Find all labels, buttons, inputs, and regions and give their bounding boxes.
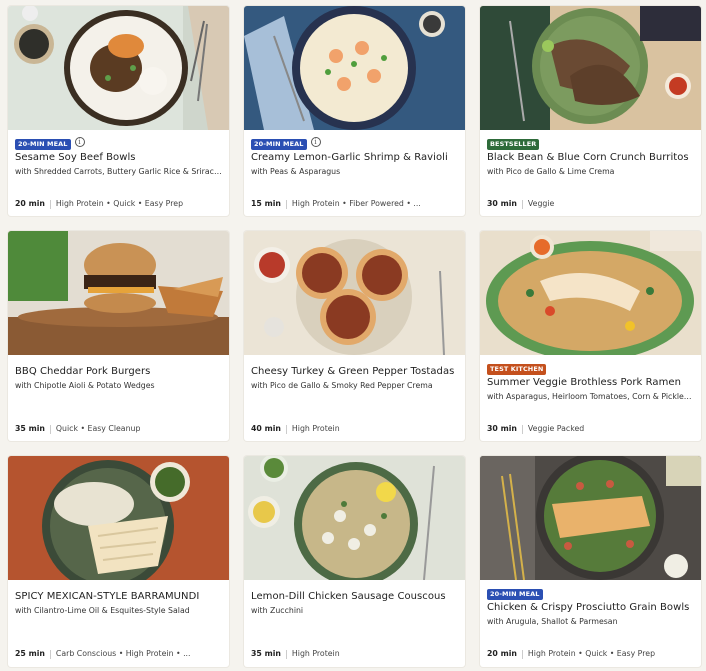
info-icon[interactable]: i	[74, 136, 85, 147]
recipe-time: 30 min	[487, 424, 517, 433]
recipe-badge: 20-MIN MEAL	[487, 589, 543, 600]
recipe-meta: 20 min High Protein • Quick • Easy Prep	[15, 199, 222, 209]
recipe-title[interactable]: Black Bean & Blue Corn Crunch Burritos	[487, 151, 694, 164]
recipe-subtitle: with Arugula, Shallot & Parmesan	[487, 617, 618, 626]
recipe-image[interactable]	[8, 231, 229, 355]
recipe-grid: 20-MIN MEAL i Sesame Soy Beef Bowls with …	[0, 0, 706, 671]
recipe-image[interactable]	[244, 231, 465, 355]
recipe-image[interactable]	[244, 6, 465, 130]
recipe-card[interactable]: Cheesy Turkey & Green Pepper Tostadas wi…	[244, 231, 465, 441]
recipe-image[interactable]	[8, 6, 229, 130]
recipe-meta: 40 min High Protein	[251, 424, 458, 434]
recipe-subtitle: with Shredded Carrots, Buttery Garlic Ri…	[15, 167, 222, 176]
recipe-time: 20 min	[15, 199, 45, 208]
recipe-labels: Veggie Packed	[527, 424, 585, 433]
recipe-labels: High Protein • Fiber Powered • ...	[291, 199, 421, 208]
recipe-meta: 35 min High Protein	[251, 649, 458, 659]
recipe-image[interactable]	[244, 456, 465, 580]
recipe-time: 30 min	[487, 199, 517, 208]
recipe-subtitle: with Pico de Gallo & Lime Crema	[487, 167, 615, 176]
recipe-card[interactable]: TEST KITCHEN Summer Veggie Brothless Por…	[480, 231, 701, 441]
recipe-image[interactable]	[480, 6, 701, 130]
recipe-labels: Carb Conscious • High Protein • ...	[55, 649, 191, 658]
recipe-image[interactable]	[480, 231, 701, 355]
recipe-subtitle: with Pico de Gallo & Smoky Red Pepper Cr…	[251, 381, 433, 390]
recipe-time: 40 min	[251, 424, 281, 433]
recipe-labels: High Protein	[291, 424, 340, 433]
recipe-subtitle: with Asparagus, Heirloom Tomatoes, Corn …	[487, 392, 694, 401]
recipe-title[interactable]: Sesame Soy Beef Bowls	[15, 151, 222, 164]
recipe-card[interactable]: BBQ Cheddar Pork Burgers with Chipotle A…	[8, 231, 229, 441]
recipe-meta: 25 min Carb Conscious • High Protein • ..…	[15, 649, 222, 659]
recipe-subtitle: with Cilantro-Lime Oil & Esquites-Style …	[15, 606, 190, 615]
recipe-title[interactable]: Cheesy Turkey & Green Pepper Tostadas	[251, 365, 458, 378]
recipe-card[interactable]: BESTSELLER Black Bean & Blue Corn Crunch…	[480, 6, 701, 216]
recipe-title[interactable]: BBQ Cheddar Pork Burgers	[15, 365, 222, 378]
recipe-card[interactable]: Lemon-Dill Chicken Sausage Couscous with…	[244, 456, 465, 667]
recipe-title[interactable]: Lemon-Dill Chicken Sausage Couscous	[251, 590, 458, 603]
recipe-badge: BESTSELLER	[487, 139, 540, 150]
recipe-title[interactable]: Chicken & Crispy Prosciutto Grain Bowls	[487, 601, 694, 614]
recipe-title[interactable]: Creamy Lemon-Garlic Shrimp & Ravioli	[251, 151, 458, 164]
recipe-card[interactable]: SPICY MEXICAN-STYLE BARRAMUNDI with Cila…	[8, 456, 229, 667]
recipe-meta: 15 min High Protein • Fiber Powered • ...	[251, 199, 458, 209]
recipe-subtitle: with Chipotle Aioli & Potato Wedges	[15, 381, 155, 390]
recipe-labels: High Protein • Quick • Easy Prep	[55, 199, 184, 208]
recipe-labels: High Protein • Quick • Easy Prep	[527, 649, 656, 658]
recipe-time: 20 min	[487, 649, 517, 658]
recipe-image[interactable]	[480, 456, 701, 580]
recipe-subtitle: with Peas & Asparagus	[251, 167, 341, 176]
info-icon[interactable]: i	[310, 136, 321, 147]
recipe-time: 35 min	[251, 649, 281, 658]
recipe-labels: High Protein	[291, 649, 340, 658]
recipe-meta: 20 min High Protein • Quick • Easy Prep	[487, 649, 694, 659]
recipe-card[interactable]: 20-MIN MEAL Chicken & Crispy Prosciutto …	[480, 456, 701, 667]
recipe-time: 35 min	[15, 424, 45, 433]
recipe-card[interactable]: 20-MIN MEAL i Creamy Lemon-Garlic Shrimp …	[244, 6, 465, 216]
recipe-time: 15 min	[251, 199, 281, 208]
recipe-title[interactable]: Summer Veggie Brothless Pork Ramen	[487, 376, 694, 389]
recipe-labels: Quick • Easy Cleanup	[55, 424, 141, 433]
recipe-title[interactable]: SPICY MEXICAN-STYLE BARRAMUNDI	[15, 590, 222, 603]
recipe-meta: 30 min Veggie	[487, 199, 694, 209]
recipe-card[interactable]: 20-MIN MEAL i Sesame Soy Beef Bowls with …	[8, 6, 229, 216]
recipe-badge: 20-MIN MEAL	[251, 139, 307, 150]
recipe-badge: 20-MIN MEAL	[15, 139, 71, 150]
recipe-meta: 35 min Quick • Easy Cleanup	[15, 424, 222, 434]
recipe-image[interactable]	[8, 456, 229, 580]
recipe-meta: 30 min Veggie Packed	[487, 424, 694, 434]
recipe-subtitle: with Zucchini	[251, 606, 304, 615]
recipe-labels: Veggie	[527, 199, 555, 208]
recipe-badge: TEST KITCHEN	[487, 364, 547, 375]
recipe-time: 25 min	[15, 649, 45, 658]
